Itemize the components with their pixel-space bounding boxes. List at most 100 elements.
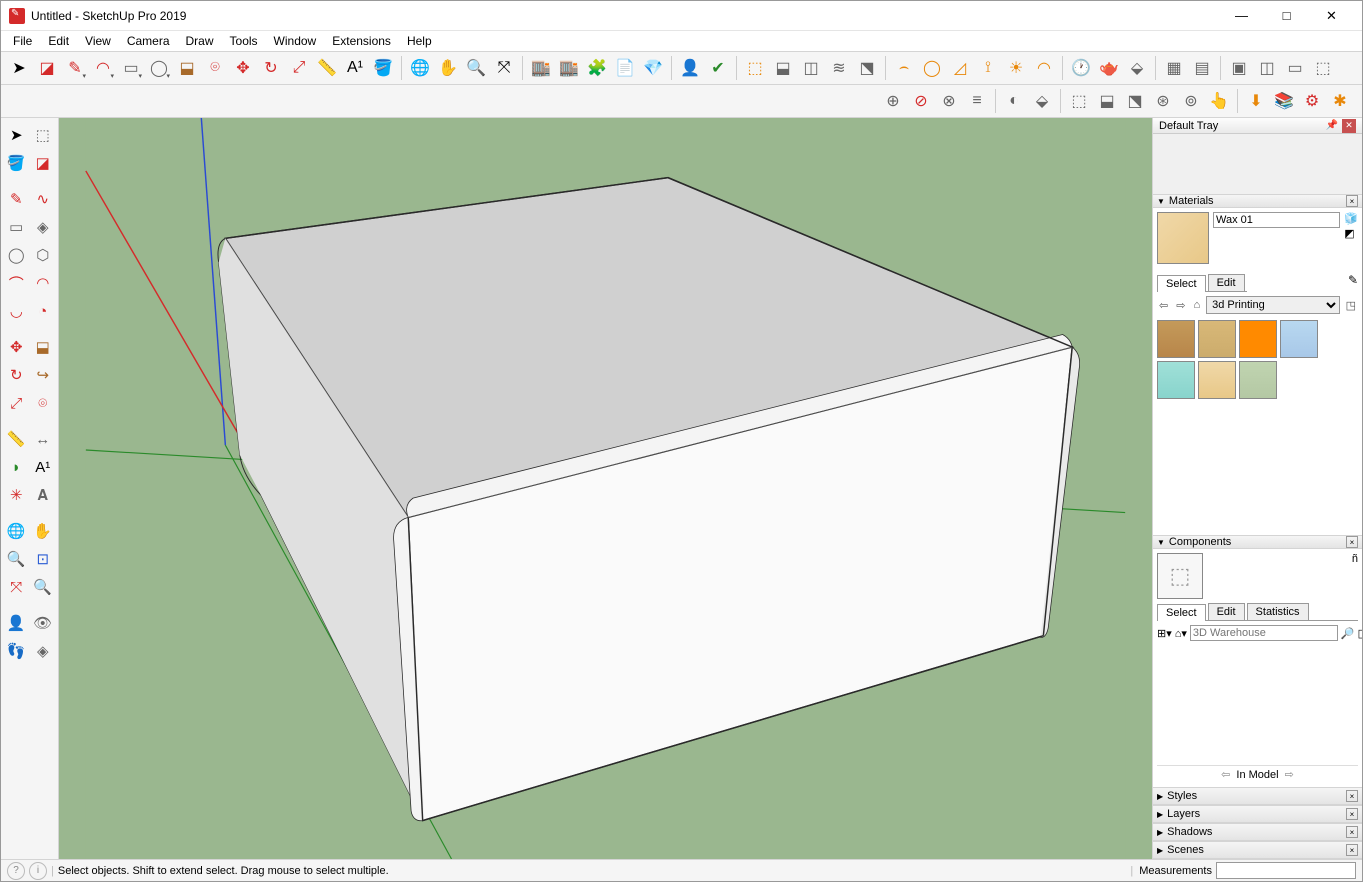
close-button[interactable]: ✕	[1309, 1, 1354, 30]
shadow-angle[interactable]: ◿	[947, 54, 973, 82]
material-swatch-orange[interactable]	[1239, 320, 1277, 358]
extension-warehouse[interactable]: 🧩	[584, 54, 610, 82]
geo-location[interactable]: ✔	[705, 54, 731, 82]
extension-manager[interactable]: 💎	[640, 54, 666, 82]
solid-6[interactable]: ⬙	[1029, 87, 1055, 115]
material-library-select[interactable]: 3d Printing	[1206, 296, 1340, 314]
text-tool[interactable]: A¹	[342, 54, 368, 82]
solid-3[interactable]: ⊗	[936, 87, 962, 115]
rectangle[interactable]: ▭	[4, 214, 29, 240]
section-tool-5[interactable]: ⬔	[854, 54, 880, 82]
render-tool[interactable]: ⬙	[1124, 54, 1150, 82]
solid-7[interactable]: ⬚	[1066, 87, 1092, 115]
components-panel-header[interactable]: ▼ Components ×	[1153, 535, 1362, 549]
components-tab-select[interactable]: Select	[1157, 604, 1206, 621]
zoom-tool[interactable]: 🔍	[463, 54, 489, 82]
rectangle-tool[interactable]: ▭	[118, 54, 144, 82]
2pt-arc[interactable]: ◠	[31, 270, 56, 296]
material-name-input[interactable]	[1213, 212, 1340, 228]
shadow-dome[interactable]: ◠	[1031, 54, 1057, 82]
menu-file[interactable]: File	[5, 32, 40, 50]
axes[interactable]: ✳	[4, 482, 29, 508]
select-tool[interactable]: ➤	[4, 122, 29, 148]
paint-bucket[interactable]: 🪣	[4, 150, 29, 176]
zoom-extents[interactable]: ⤧	[4, 574, 29, 600]
menu-tools[interactable]: Tools	[222, 32, 266, 50]
help-icon[interactable]: ?	[7, 862, 25, 880]
solid-4[interactable]: ≡	[964, 87, 990, 115]
make-component[interactable]: ⬚	[31, 122, 56, 148]
scale[interactable]: ⤢	[4, 390, 29, 416]
comp-home-icon[interactable]: ⌂▾	[1175, 627, 1187, 640]
panel-close-icon[interactable]: ×	[1346, 536, 1358, 548]
zoom-extents-tool[interactable]: ⤧	[491, 54, 517, 82]
component-search-input[interactable]	[1190, 625, 1338, 641]
material-swatch-aqua[interactable]	[1157, 361, 1195, 399]
section-plane[interactable]: ⬚	[742, 54, 768, 82]
materials-panel-header[interactable]: ▼ Materials ×	[1153, 194, 1362, 208]
teapot-tool[interactable]: 🫖	[1096, 54, 1122, 82]
line-tool[interactable]: ✎	[62, 54, 88, 82]
followme[interactable]: ↪	[31, 362, 56, 388]
text[interactable]: A¹	[31, 454, 56, 480]
maximize-button[interactable]: □	[1264, 1, 1309, 30]
panel-close-icon[interactable]: ×	[1346, 195, 1358, 207]
material-swatch-sage[interactable]	[1239, 361, 1277, 399]
mat-fwd-icon[interactable]: ⇨	[1174, 299, 1187, 312]
scale-tool[interactable]: ⤢	[286, 54, 312, 82]
minimize-button[interactable]: —	[1219, 1, 1264, 30]
clock-tool[interactable]: 🕐	[1068, 54, 1094, 82]
rotate-tool[interactable]: ↻	[258, 54, 284, 82]
3d-viewport[interactable]	[59, 118, 1152, 859]
view-1[interactable]: ▣	[1226, 54, 1252, 82]
solid-12[interactable]: 👆	[1206, 87, 1232, 115]
panel-close-icon[interactable]: ×	[1346, 826, 1358, 838]
walk[interactable]: 👣	[4, 638, 29, 664]
view-3[interactable]: ▭	[1282, 54, 1308, 82]
component-menu-icon[interactable]: ñ	[1352, 553, 1358, 599]
rotate[interactable]: ↻	[4, 362, 29, 388]
section-cuts[interactable]: ◫	[798, 54, 824, 82]
style-2[interactable]: ▤	[1189, 54, 1215, 82]
solid-1[interactable]: ⊕	[880, 87, 906, 115]
circle-tool[interactable]: ◯	[146, 54, 172, 82]
menu-help[interactable]: Help	[399, 32, 440, 50]
solid-16[interactable]: ✱	[1327, 87, 1353, 115]
solid-10[interactable]: ⊛	[1150, 87, 1176, 115]
eyedropper-icon[interactable]: ✎	[1348, 273, 1358, 287]
tape[interactable]: 📏	[4, 426, 29, 452]
solid-14[interactable]: 📚	[1271, 87, 1297, 115]
menu-extensions[interactable]: Extensions	[324, 32, 399, 50]
view-2[interactable]: ◫	[1254, 54, 1280, 82]
zoom-window[interactable]: ⊡	[31, 546, 56, 572]
protractor[interactable]: ◗	[4, 454, 29, 480]
mat-details-icon[interactable]: ◳	[1344, 299, 1358, 312]
default-material-icon[interactable]: ◩	[1344, 227, 1358, 240]
eraser[interactable]: ◪	[31, 150, 56, 176]
material-swatch-wood-1[interactable]	[1157, 320, 1195, 358]
menu-edit[interactable]: Edit	[40, 32, 77, 50]
previous[interactable]: 🔍	[31, 574, 56, 600]
move-tool[interactable]: ✥	[230, 54, 256, 82]
panel-close-icon[interactable]: ×	[1346, 790, 1358, 802]
tray-header[interactable]: Default Tray 📌 ✕	[1153, 118, 1362, 134]
dimension[interactable]: ↔	[31, 426, 56, 452]
pan[interactable]: ✋	[31, 518, 56, 544]
current-material-swatch[interactable]	[1157, 212, 1209, 264]
info-icon[interactable]: i	[29, 862, 47, 880]
materials-tab-select[interactable]: Select	[1157, 275, 1206, 292]
style-1[interactable]: ▦	[1161, 54, 1187, 82]
styles-panel-header[interactable]: ▶Styles×	[1153, 787, 1362, 805]
offset[interactable]: ⌾	[31, 390, 56, 416]
material-swatch-wood-2[interactable]	[1198, 320, 1236, 358]
pie[interactable]: ◔	[31, 298, 56, 324]
solid-13[interactable]: ⬇	[1243, 87, 1269, 115]
move[interactable]: ✥	[4, 334, 29, 360]
menu-window[interactable]: Window	[266, 32, 325, 50]
solid-5[interactable]: ◐	[1001, 87, 1027, 115]
eraser-tool[interactable]: ◪	[34, 54, 60, 82]
comp-prev-icon[interactable]: ⇦	[1221, 768, 1230, 781]
shadow-arc[interactable]: ⌢	[891, 54, 917, 82]
layout-tool[interactable]: 📄	[612, 54, 638, 82]
material-swatch-wax[interactable]	[1198, 361, 1236, 399]
